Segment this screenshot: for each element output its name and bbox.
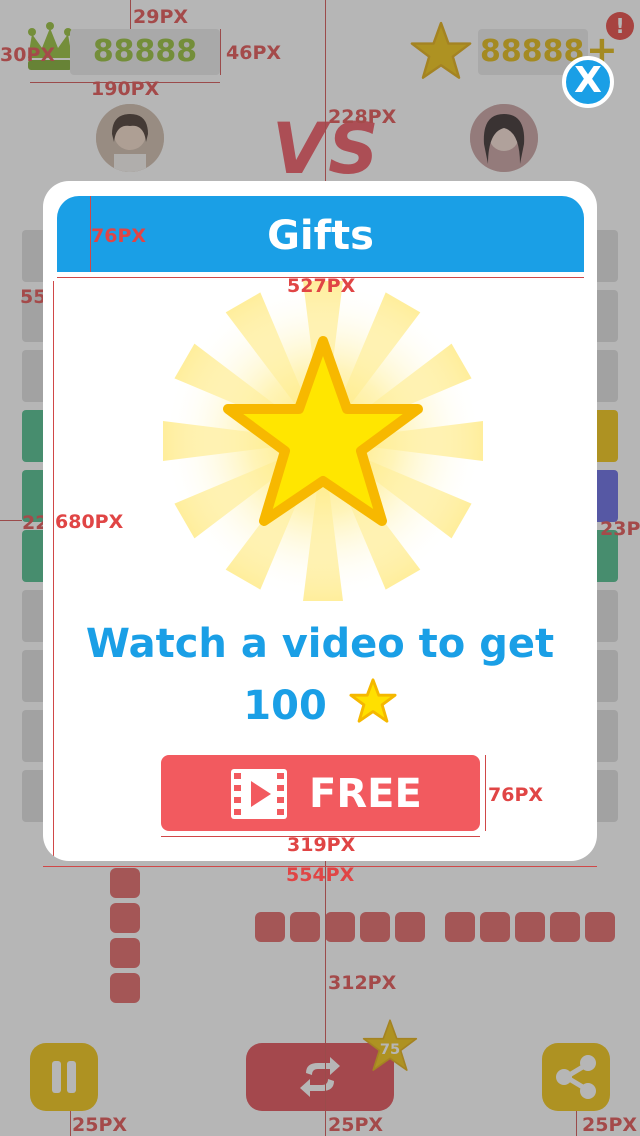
reward-star-burst bbox=[163, 281, 483, 601]
reward-message: Watch a video to get bbox=[85, 621, 555, 667]
free-label: FREE bbox=[309, 771, 422, 817]
reward-amount: 100 bbox=[243, 683, 327, 729]
game-screen: 88888 88888 + ! VS 75 29PX 30PX 46PX 190… bbox=[0, 0, 640, 1136]
gifts-modal: Gifts Watch a video to get 100 FREE 76PX… bbox=[43, 181, 597, 861]
dimension-label: 527PX bbox=[287, 275, 356, 297]
dimension-label: 76PX bbox=[91, 225, 147, 247]
close-icon: X bbox=[574, 60, 602, 101]
guide-line bbox=[53, 281, 54, 861]
video-icon bbox=[231, 769, 287, 819]
close-button[interactable]: X bbox=[562, 56, 614, 108]
modal-title: Gifts bbox=[267, 213, 374, 259]
dimension-label: 554PX bbox=[286, 864, 355, 886]
dimension-label: 319PX bbox=[287, 834, 356, 856]
dimension-label: 76PX bbox=[488, 784, 544, 806]
star-icon bbox=[349, 678, 397, 723]
watch-video-free-button[interactable]: FREE bbox=[161, 755, 480, 831]
guide-line bbox=[485, 755, 486, 831]
reward-amount-row: 100 bbox=[43, 675, 597, 737]
dimension-label: 680PX bbox=[55, 511, 124, 533]
